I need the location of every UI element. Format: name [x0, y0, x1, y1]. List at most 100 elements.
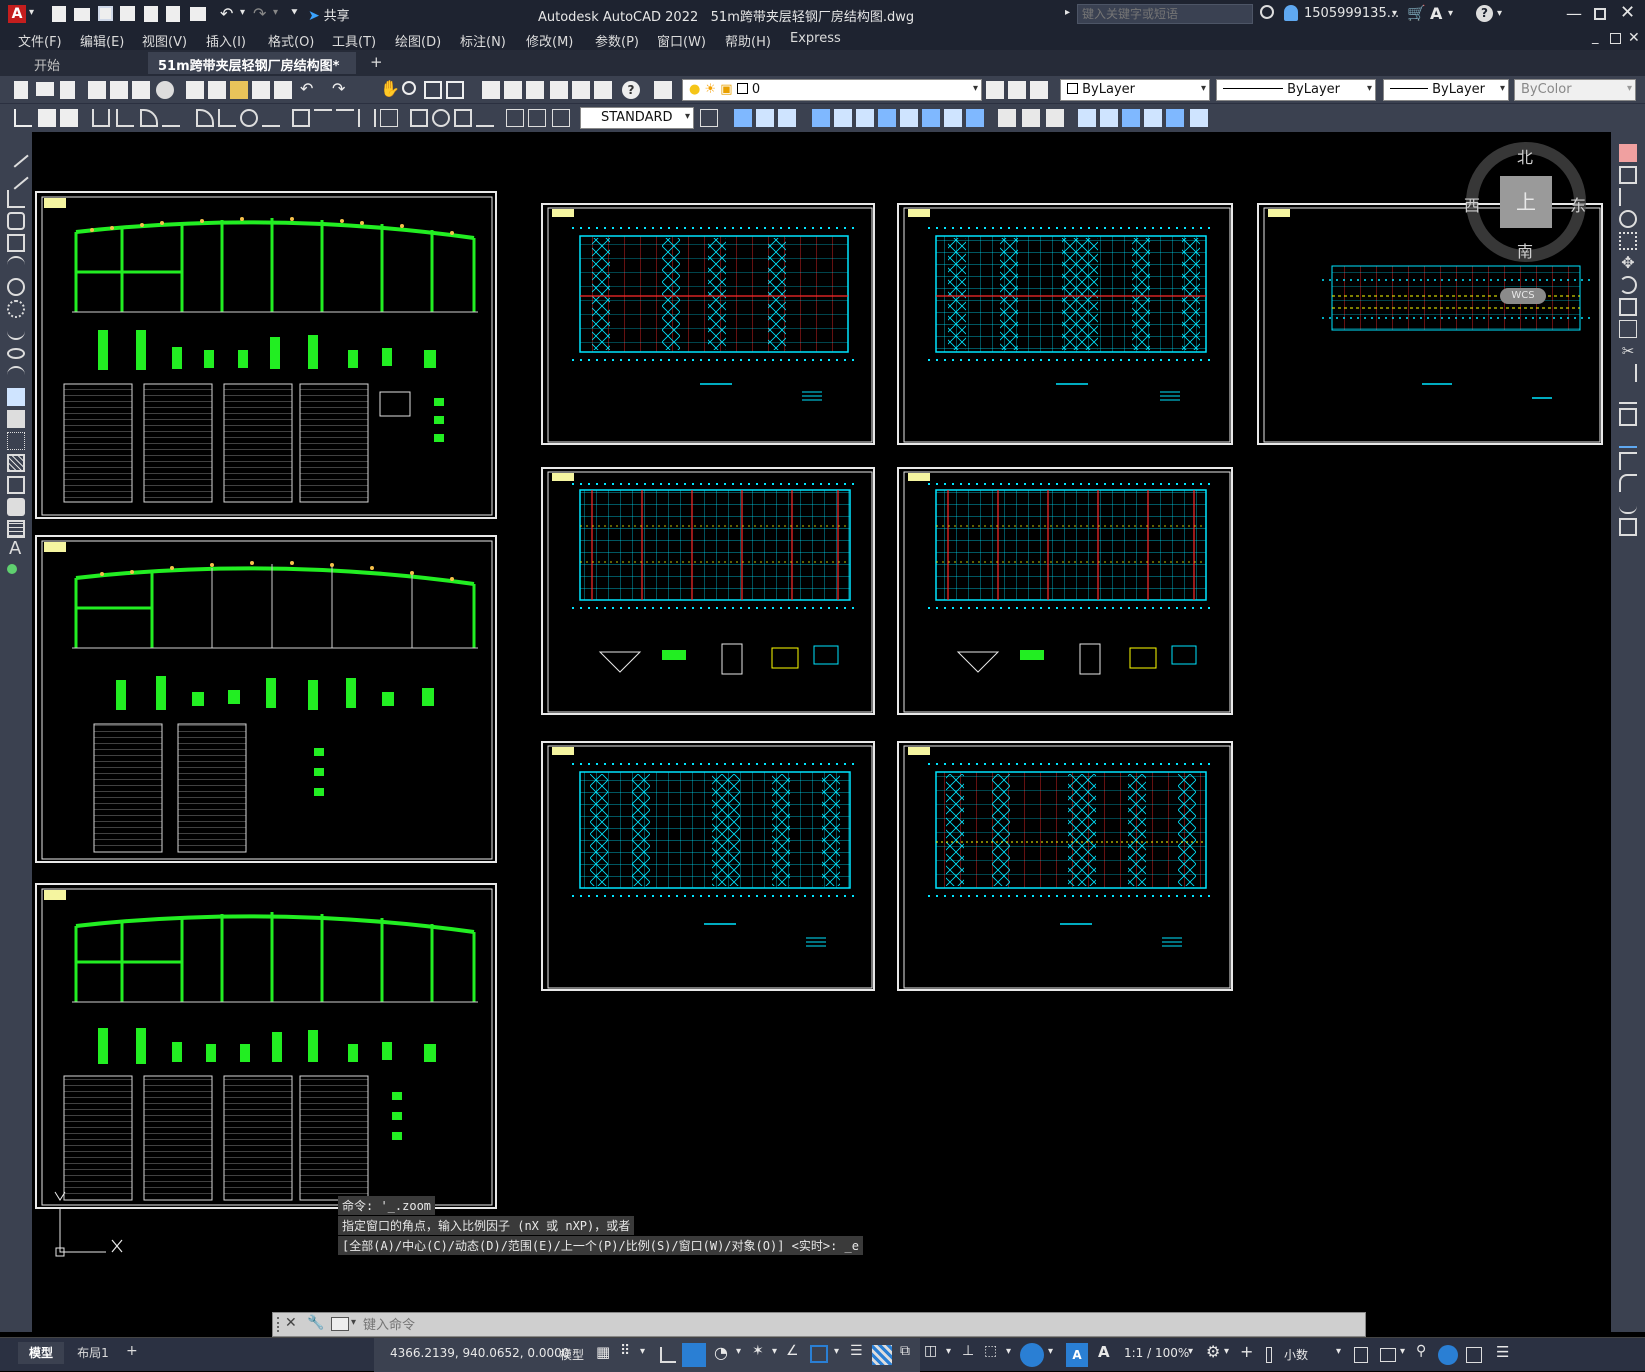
- lock-ui-icon[interactable]: [1380, 1348, 1396, 1362]
- tab-layout1[interactable]: 布局1: [70, 1342, 116, 1364]
- wcs-badge[interactable]: WCS: [1500, 288, 1546, 304]
- doc-restore-icon[interactable]: [1610, 33, 1621, 44]
- sheetset-icon[interactable]: [550, 81, 568, 99]
- chamfer-icon[interactable]: [1619, 452, 1637, 470]
- osnap-icon[interactable]: [810, 1345, 828, 1363]
- pan-icon[interactable]: ✋: [380, 79, 400, 98]
- plot-icon[interactable]: [190, 7, 206, 21]
- menu-express[interactable]: Express: [790, 31, 841, 46]
- command-input[interactable]: [363, 1315, 1353, 1335]
- dim-baseline-icon[interactable]: [314, 109, 332, 127]
- make-block-icon[interactable]: [7, 410, 25, 428]
- user-name[interactable]: 1505999135...: [1304, 6, 1399, 21]
- mobile-icon[interactable]: [166, 6, 180, 22]
- dim-triangle-icon[interactable]: [262, 109, 280, 127]
- layer-previous-icon[interactable]: [1008, 81, 1026, 99]
- dim-horizontal-icon[interactable]: [92, 109, 110, 127]
- redo-toolbar-icon[interactable]: ↷: [332, 79, 345, 98]
- copy-icon[interactable]: [208, 81, 226, 99]
- point-icon[interactable]: [7, 432, 25, 450]
- spline-icon[interactable]: [7, 322, 25, 340]
- zoom-realtime-icon[interactable]: [402, 81, 416, 95]
- erase-icon[interactable]: [1619, 144, 1637, 162]
- menu-format[interactable]: 格式(O): [268, 31, 314, 50]
- sheet-frame-elevation-1[interactable]: [35, 191, 497, 519]
- construction-line-icon[interactable]: [3, 164, 29, 190]
- 3dprint-icon[interactable]: [156, 81, 174, 99]
- command-close-icon[interactable]: ✕: [285, 1315, 297, 1331]
- redo-icon[interactable]: ↷: [253, 4, 266, 23]
- search-icon[interactable]: [1260, 5, 1274, 19]
- snap-dropdown-icon[interactable]: ▾: [640, 1346, 645, 1357]
- trim-icon[interactable]: ✂: [1619, 342, 1637, 360]
- solid-sweep-icon[interactable]: [812, 109, 830, 127]
- user-icon[interactable]: [1284, 5, 1298, 21]
- clean-screen-icon[interactable]: [1466, 1347, 1482, 1363]
- undo-icon[interactable]: ↶: [220, 4, 233, 23]
- stretch-icon[interactable]: [1619, 320, 1637, 338]
- menu-dimension[interactable]: 标注(N): [460, 31, 506, 50]
- solid-press-icon[interactable]: [856, 109, 874, 127]
- tab-active-document[interactable]: 51m跨带夹层轻钢厂房结构图*: [148, 52, 356, 74]
- plot-toolbar-icon[interactable]: [88, 81, 106, 99]
- help-dropdown-icon[interactable]: ▾: [1497, 8, 1502, 19]
- search-expand-icon[interactable]: ▸: [1065, 7, 1070, 18]
- menu-insert[interactable]: 插入(I): [206, 31, 246, 50]
- preview-icon[interactable]: [110, 81, 128, 99]
- dim-edit-icon[interactable]: [506, 109, 524, 127]
- customize-qat-icon[interactable]: ⯆: [290, 6, 299, 20]
- menu-edit[interactable]: 编辑(E): [80, 31, 124, 50]
- multiline-text-icon[interactable]: A: [9, 538, 21, 559]
- qnew-icon[interactable]: [14, 81, 28, 99]
- menu-draw[interactable]: 绘图(D): [395, 31, 441, 50]
- new-file-icon[interactable]: [52, 6, 66, 22]
- maximize-icon[interactable]: [1594, 8, 1606, 20]
- solid-interfere-icon[interactable]: [966, 109, 984, 127]
- sheet-plan-7[interactable]: [897, 741, 1233, 991]
- layer-dropdown[interactable]: ● ☀ ▣ 0 ▾: [682, 79, 982, 101]
- viewcube[interactable]: 上 北 南 东 西: [1464, 142, 1586, 262]
- sheet-plan-1[interactable]: [541, 203, 875, 445]
- tool-palettes-icon[interactable]: [526, 81, 544, 99]
- undo-dropdown-icon[interactable]: ▾: [240, 7, 245, 18]
- break-point-icon[interactable]: [1619, 386, 1637, 404]
- align-3d-icon[interactable]: [1078, 109, 1096, 127]
- tolerance-icon[interactable]: [410, 109, 428, 127]
- paste-icon[interactable]: [230, 81, 248, 99]
- gizmo-icon[interactable]: [1020, 1343, 1044, 1367]
- drawing-canvas[interactable]: 上 北 南 东 西 WCS 命令: '_.zoom 指定窗口的角点，输入比例因子…: [32, 132, 1611, 1337]
- lineweight-toggle-icon[interactable]: ☰: [850, 1343, 863, 1359]
- circle-icon[interactable]: [7, 278, 25, 296]
- filter-dropdown-icon[interactable]: ▾: [1006, 1346, 1011, 1357]
- solid-extrude-icon[interactable]: [756, 109, 774, 127]
- add-selected-icon[interactable]: [7, 564, 17, 574]
- units-dropdown-icon[interactable]: ▾: [1336, 1346, 1341, 1357]
- isodraft-dropdown-icon[interactable]: ▾: [772, 1346, 777, 1357]
- app-menu-chevron-icon[interactable]: ▾: [29, 7, 34, 18]
- dim-jogged-icon[interactable]: [162, 109, 180, 127]
- solid-shell-icon[interactable]: [998, 109, 1016, 127]
- 3d-osnap-dropdown-icon[interactable]: ▾: [946, 1346, 951, 1357]
- dim-space-icon[interactable]: [358, 109, 376, 127]
- join-icon[interactable]: [1619, 430, 1637, 448]
- rotate-icon[interactable]: [1619, 276, 1637, 294]
- dim-linear-icon[interactable]: [14, 109, 32, 127]
- gradient-icon[interactable]: [7, 476, 25, 494]
- solid-loft-icon[interactable]: [834, 109, 852, 127]
- markup-icon[interactable]: [572, 81, 590, 99]
- insert-block-icon[interactable]: [7, 388, 25, 406]
- command-customize-icon[interactable]: 🔧: [307, 1315, 324, 1331]
- hatch-icon[interactable]: [7, 454, 25, 472]
- dimstyle-manager-icon[interactable]: [700, 109, 718, 127]
- polygon-icon[interactable]: [7, 212, 25, 230]
- coordinates-readout[interactable]: 4366.2139, 940.0652, 0.0000: [390, 1346, 569, 1360]
- save-as-icon[interactable]: [120, 6, 135, 21]
- web-icon[interactable]: [144, 6, 158, 22]
- plotstyle-dropdown[interactable]: ByColor ▾: [1514, 79, 1636, 101]
- sheet-plan-2[interactable]: [897, 203, 1233, 445]
- osnap-tracking-icon[interactable]: ∠: [786, 1343, 799, 1359]
- solid-revolve-icon[interactable]: [778, 109, 796, 127]
- snap-icon[interactable]: ⠿: [620, 1343, 630, 1359]
- menu-view[interactable]: 视图(V): [142, 31, 187, 50]
- app-logo-icon[interactable]: A: [8, 5, 26, 23]
